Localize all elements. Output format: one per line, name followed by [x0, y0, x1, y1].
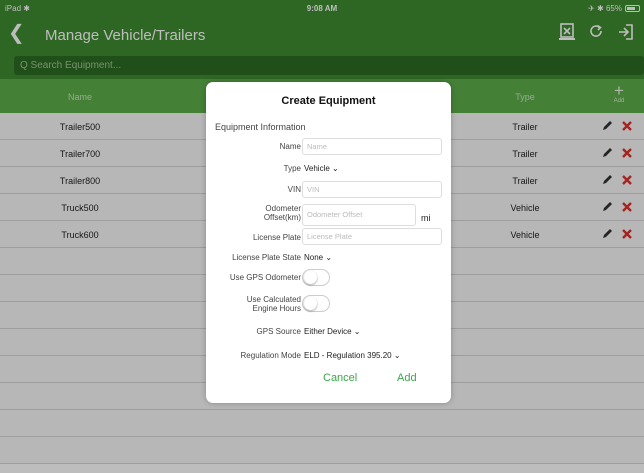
license-plate-state-select[interactable]: None ⌄ [304, 253, 332, 262]
section-heading: Equipment Information [215, 122, 306, 132]
license-plate-label: License Plate [252, 233, 301, 242]
regulation-mode-select[interactable]: ELD - Regulation 395.20 ⌄ [304, 351, 401, 360]
license-plate-field[interactable]: License Plate [302, 228, 442, 245]
odometer-offset-field[interactable]: Odometer Offset [302, 204, 416, 226]
vin-field[interactable]: VIN [302, 181, 442, 198]
vin-label: VIN [287, 185, 301, 194]
type-label: Type [283, 164, 301, 173]
type-select[interactable]: Vehicle ⌄ [304, 164, 339, 173]
regulation-mode-label: Regulation Mode [240, 351, 301, 360]
app-screen: iPad ✱ 9:08 AM ✈ ✱ 65% ❮ Manage Vehicle/… [0, 0, 644, 473]
cancel-button[interactable]: Cancel [323, 372, 357, 384]
create-equipment-dialog: Create Equipment Equipment Information N… [206, 82, 451, 403]
odometer-offset-label: Odometer Offset(km) [263, 204, 301, 222]
gps-odometer-toggle[interactable] [302, 269, 330, 286]
gps-source-select[interactable]: Either Device ⌄ [304, 327, 361, 336]
calculated-engine-hours-label: Use Calculated Engine Hours [246, 295, 301, 313]
license-plate-state-label: License Plate State [232, 253, 301, 262]
add-button[interactable]: Add [397, 372, 417, 384]
dialog-title: Create Equipment [281, 95, 376, 107]
name-label: Name [279, 142, 301, 151]
gps-odometer-label: Use GPS Odometer [229, 273, 301, 282]
odometer-unit: mi [421, 213, 431, 223]
name-field[interactable]: Name [302, 138, 442, 155]
calculated-engine-hours-toggle[interactable] [302, 295, 330, 312]
gps-source-label: GPS Source [256, 327, 301, 336]
